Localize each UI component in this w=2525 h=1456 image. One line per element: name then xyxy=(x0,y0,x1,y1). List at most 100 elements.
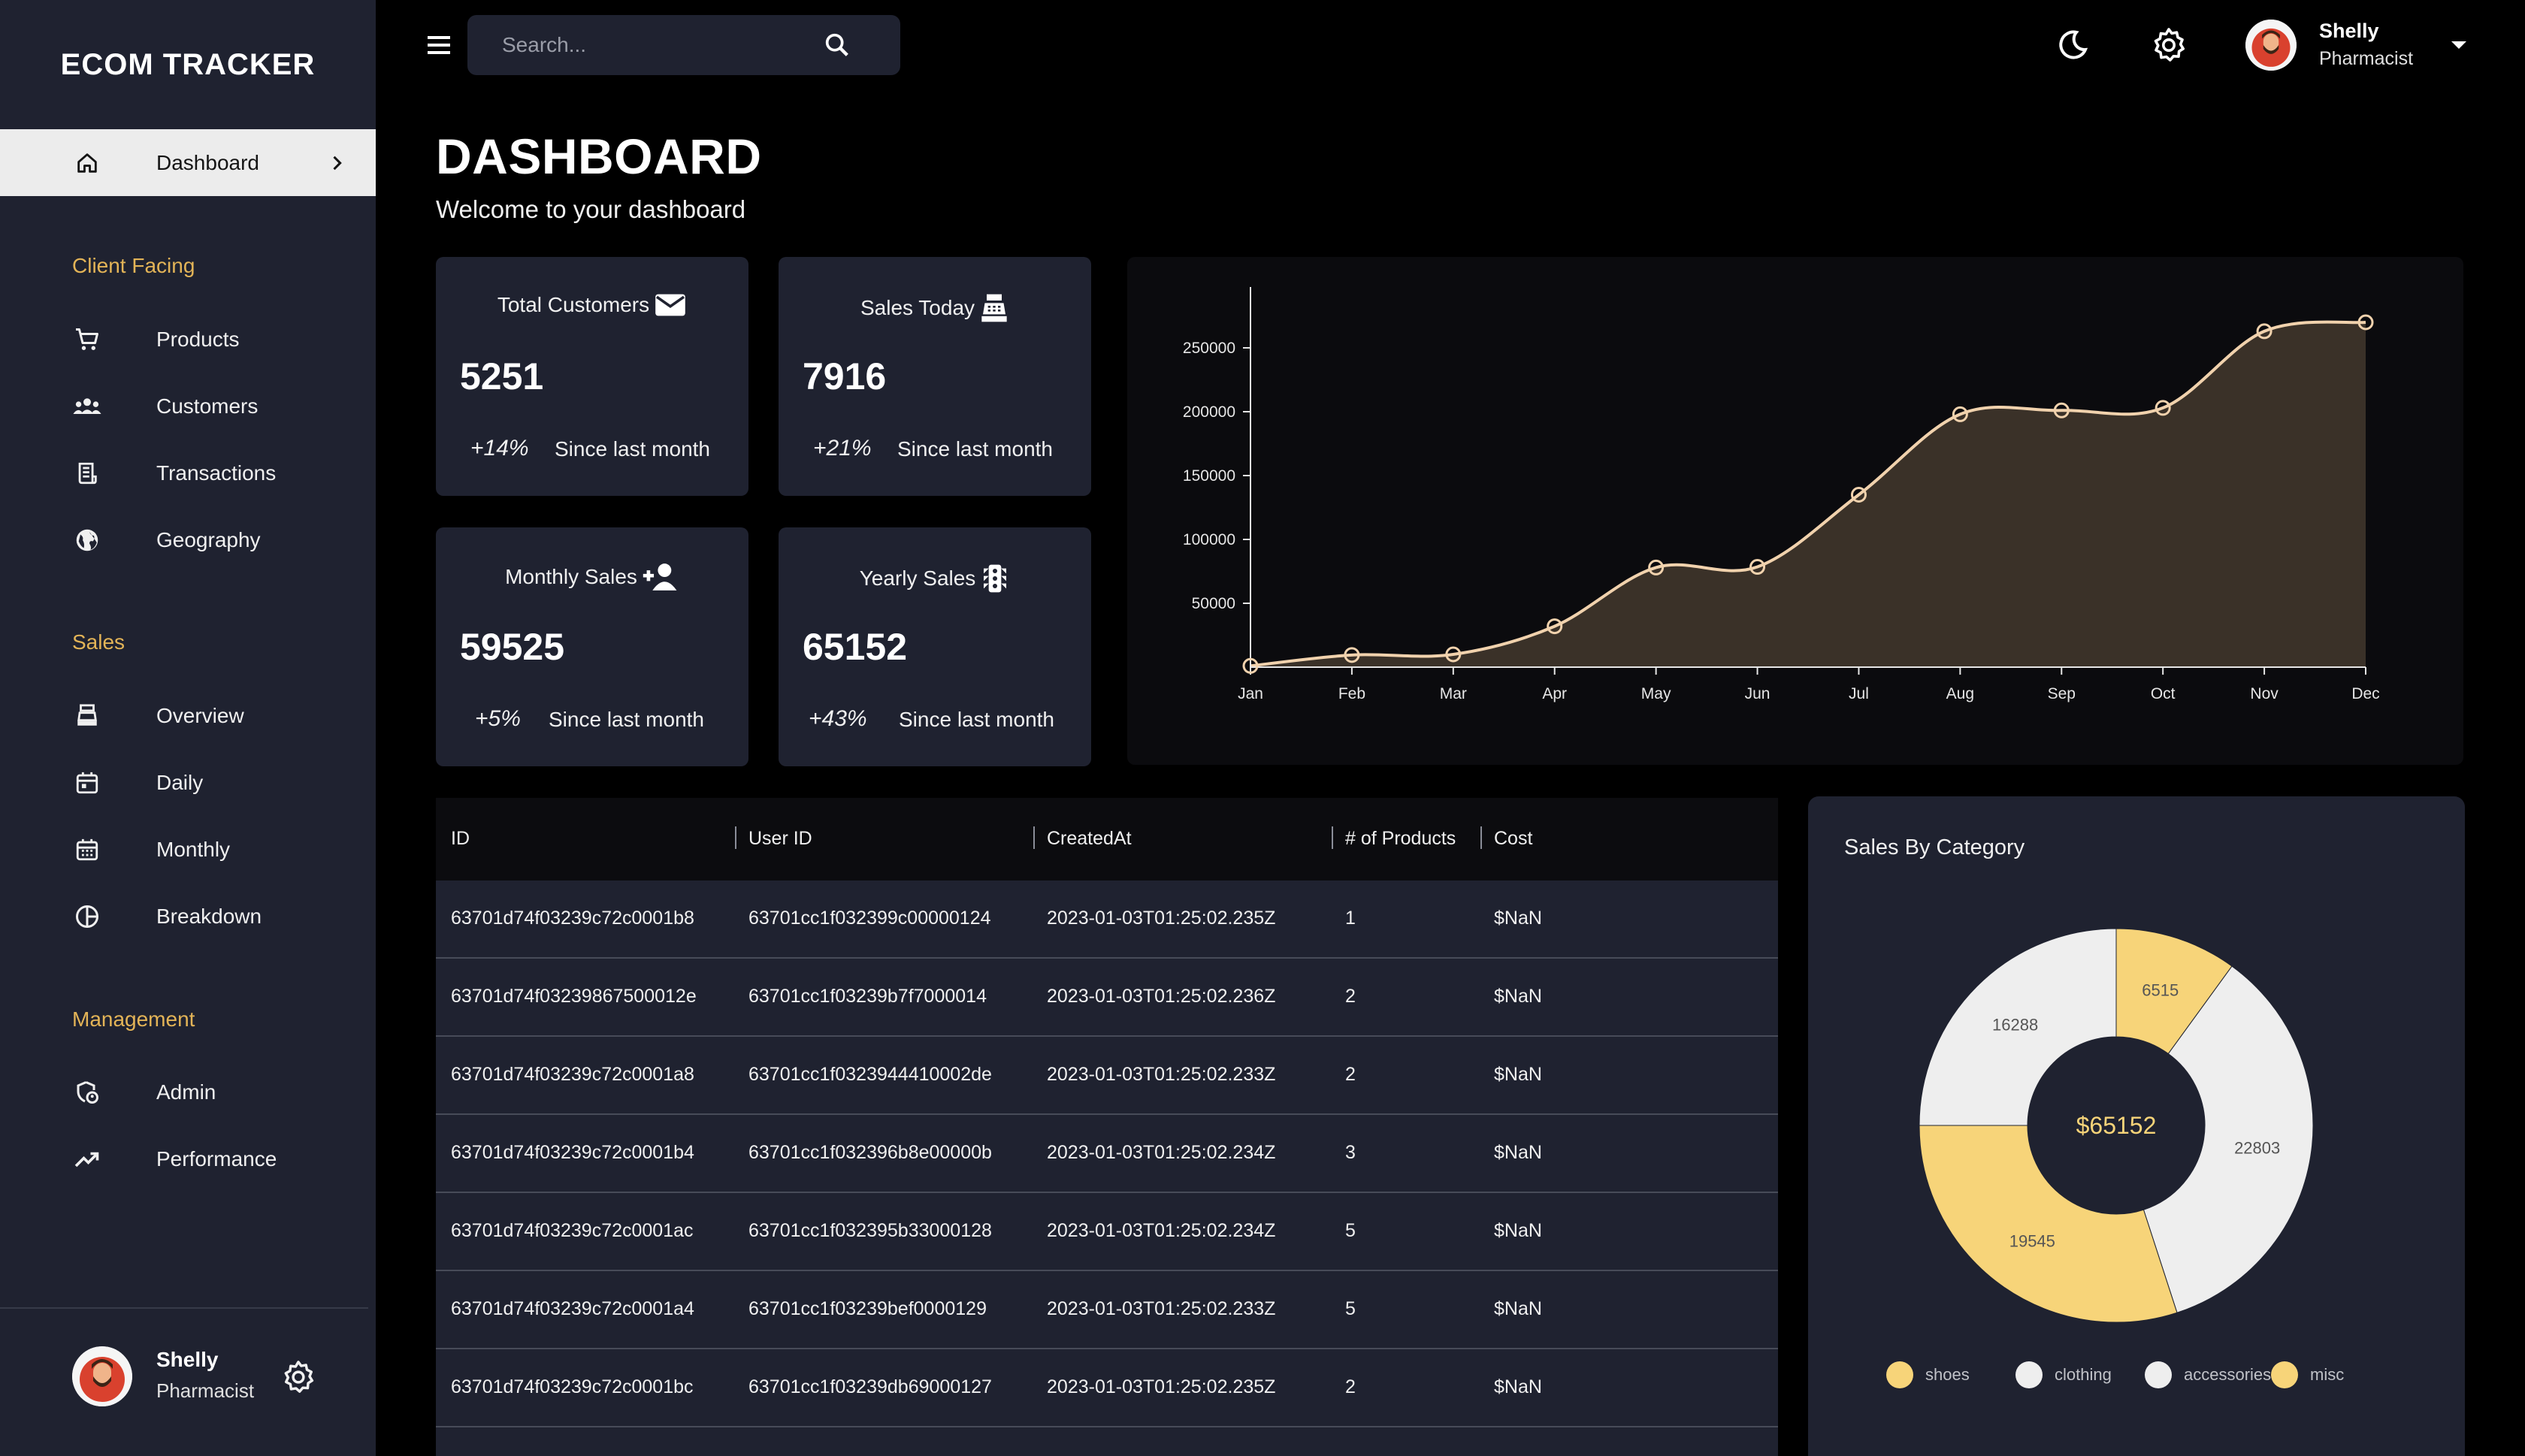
gear-icon[interactable] xyxy=(281,1360,316,1394)
sidebar-item-label: Performance xyxy=(156,1146,277,1171)
avatar[interactable] xyxy=(2245,20,2297,71)
legend-item-clothing[interactable]: clothing xyxy=(2015,1360,2112,1390)
legend-swatch xyxy=(1886,1361,1913,1388)
sidebar-item-monthly[interactable]: Monthly xyxy=(0,816,376,883)
column-header-cost[interactable]: Cost xyxy=(1494,828,1532,850)
legend-label: shoes xyxy=(1925,1365,1970,1384)
cell-cost: $NaN xyxy=(1494,1064,1542,1085)
topbar-user-menu[interactable]: Shelly Pharmacist xyxy=(2245,17,2471,74)
topbar-user-role: Pharmacist xyxy=(2319,48,2414,69)
menu-icon[interactable] xyxy=(424,30,454,60)
search-input[interactable] xyxy=(502,15,818,75)
table-row[interactable]: 63701d74f03239c72c0001b4 63701cc1f032396… xyxy=(436,1115,1778,1193)
avatar[interactable] xyxy=(72,1346,132,1406)
brand-title: ECOM TRACKER xyxy=(60,47,316,81)
cell-products: 5 xyxy=(1345,1298,1356,1319)
cell-user-id: 63701cc1f032399c00000124 xyxy=(748,908,991,929)
column-header-user-id[interactable]: User ID xyxy=(748,828,812,850)
stat-since: Since last month xyxy=(549,708,704,731)
sales-line-chart-panel: 50000 100000 150000 200000 250000 Jan Feb Mar Ap… xyxy=(1127,257,2463,765)
table-row[interactable]: 63701d74f03239c72c0001a4 63701cc1f03239b… xyxy=(436,1271,1778,1349)
search-bar xyxy=(467,15,900,75)
x-tick-label: Sep xyxy=(2048,685,2076,702)
legend-label: misc xyxy=(2310,1365,2345,1384)
sidebar-divider xyxy=(0,1307,368,1309)
calendar-today-icon xyxy=(72,768,102,798)
legend-item-shoes[interactable]: shoes xyxy=(1886,1360,1970,1390)
sidebar-item-dashboard[interactable]: Dashboard xyxy=(0,129,376,196)
column-separator[interactable] xyxy=(1480,826,1482,849)
table-row[interactable]: 63701d74f03239c72c0001a8 63701cc1f032394… xyxy=(436,1037,1778,1115)
cell-user-id: 63701cc1f032396b8e00000b xyxy=(748,1142,992,1163)
table-row[interactable]: 63701d74f03239c72c0001ac 63701cc1f032395… xyxy=(436,1193,1778,1271)
stat-title: Sales Today xyxy=(860,296,975,319)
cell-user-id: 63701cc1f032395b33000128 xyxy=(748,1220,992,1241)
legend-swatch xyxy=(2271,1361,2298,1388)
cell-id: 63701d74f03239c72c0001ac xyxy=(451,1220,694,1241)
person-add-icon xyxy=(642,562,679,592)
sidebar-item-customers[interactable]: Customers xyxy=(0,373,376,440)
cell-products: 2 xyxy=(1345,1376,1356,1397)
stat-change: +43% xyxy=(809,706,867,731)
point-of-sale-icon xyxy=(979,292,1009,325)
dark-mode-icon[interactable] xyxy=(2055,27,2091,63)
cell-cost: $NaN xyxy=(1494,986,1542,1007)
legend-swatch xyxy=(2015,1361,2043,1388)
sidebar-item-admin[interactable]: Admin xyxy=(0,1059,376,1125)
column-header-id[interactable]: ID xyxy=(451,828,470,850)
column-header-created-at[interactable]: CreatedAt xyxy=(1047,828,1132,850)
stat-card-sales-today: Sales Today 7916 +21% Since last month xyxy=(779,257,1091,496)
column-separator[interactable] xyxy=(1033,826,1035,849)
receipt-icon xyxy=(72,458,102,488)
chevron-down-icon[interactable] xyxy=(2450,39,2468,51)
column-separator[interactable] xyxy=(735,826,736,849)
sidebar: ECOM TRACKER Dashboard Client Facing Pro… xyxy=(0,0,376,1456)
sidebar-item-label: Admin xyxy=(156,1080,216,1104)
table-row[interactable]: 63701d74f03239c72c0001b8 63701cc1f032399… xyxy=(436,881,1778,959)
column-header-products[interactable]: # of Products xyxy=(1345,828,1456,850)
legend-swatch xyxy=(2145,1361,2172,1388)
cell-user-id: 63701cc1f03239db69000127 xyxy=(748,1376,992,1397)
chevron-right-icon xyxy=(326,153,347,174)
sidebar-item-geography[interactable]: Geography xyxy=(0,506,376,573)
stat-value: 5251 xyxy=(460,355,544,397)
cell-created-at: 2023-01-03T01:25:02.233Z xyxy=(1047,1064,1276,1085)
legend-label: clothing xyxy=(2055,1365,2112,1384)
stat-card-total-customers: Total Customers 5251 +14% Since last mon… xyxy=(436,257,748,496)
cell-products: 1 xyxy=(1345,908,1356,929)
column-separator[interactable] xyxy=(1332,826,1333,849)
x-tick-label: Nov xyxy=(2250,685,2279,702)
sidebar-item-daily[interactable]: Daily xyxy=(0,749,376,816)
table-row[interactable]: 63701d74f03239867500012e 63701cc1f03239b… xyxy=(436,959,1778,1037)
globe-icon xyxy=(72,525,102,555)
sidebar-item-transactions[interactable]: Transactions xyxy=(0,440,376,506)
x-tick-label: Apr xyxy=(1542,685,1567,702)
stat-change: +14% xyxy=(470,436,529,461)
gear-icon[interactable] xyxy=(2151,27,2187,63)
cell-user-id: 63701cc1f03239b7f7000014 xyxy=(748,986,987,1007)
sidebar-item-label: Breakdown xyxy=(156,904,262,928)
y-tick-label: 200000 xyxy=(1183,403,1235,421)
search-icon[interactable] xyxy=(822,30,852,60)
sidebar-item-breakdown[interactable]: Breakdown xyxy=(0,883,376,950)
sidebar-item-performance[interactable]: Performance xyxy=(0,1125,376,1192)
point-of-sale-icon xyxy=(72,701,102,731)
cell-id: 63701d74f03239867500012e xyxy=(451,986,697,1007)
cell-created-at: 2023-01-03T01:25:02.235Z xyxy=(1047,1376,1276,1397)
donut-center-total: $65152 xyxy=(2076,1112,2157,1139)
cart-icon xyxy=(72,325,102,355)
slice-value-label: 6515 xyxy=(2142,980,2179,999)
cell-products: 2 xyxy=(1345,986,1356,1007)
legend-item-accessories[interactable]: accessories xyxy=(2145,1360,2271,1390)
sidebar-item-products[interactable]: Products xyxy=(0,306,376,373)
x-tick-label: Mar xyxy=(1440,685,1467,702)
table-row[interactable]: 63701d74f03239c72c0001bc 63701cc1f03239d… xyxy=(436,1349,1778,1427)
y-tick-label: 100000 xyxy=(1183,531,1235,548)
cell-products: 5 xyxy=(1345,1220,1356,1241)
slice-value-label: 22803 xyxy=(2234,1139,2280,1158)
sidebar-item-overview[interactable]: Overview xyxy=(0,682,376,749)
legend-item-misc[interactable]: misc xyxy=(2271,1360,2344,1390)
cell-cost: $NaN xyxy=(1494,908,1542,929)
slice-value-label: 16288 xyxy=(1992,1016,2038,1035)
section-sales: Sales xyxy=(72,630,125,654)
